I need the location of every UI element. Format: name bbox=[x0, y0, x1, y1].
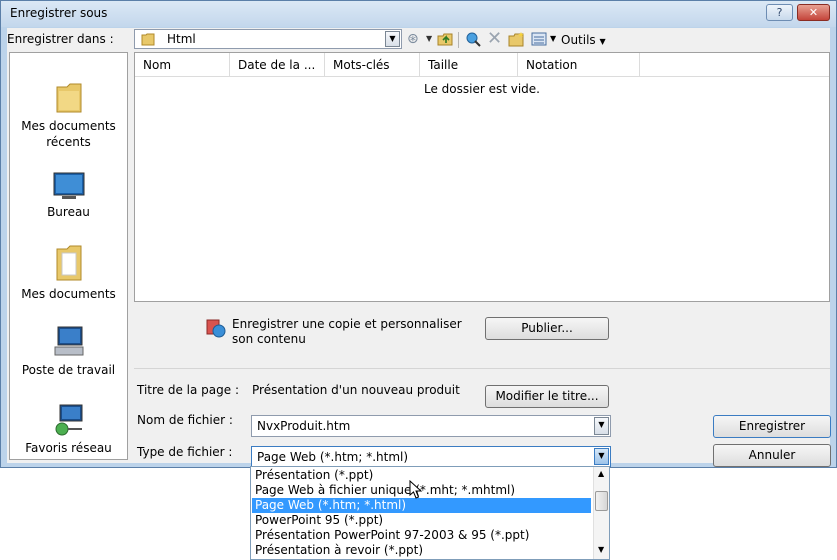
toolbar-separator bbox=[458, 32, 459, 48]
empty-folder-message: Le dossier est vide. bbox=[423, 82, 540, 96]
file-type-option[interactable]: Présentation PowerPoint 97-2003 & 95 (*.… bbox=[252, 528, 591, 543]
column-header-name[interactable]: Nom bbox=[135, 53, 230, 77]
scroll-down-icon[interactable]: ▼ bbox=[598, 545, 604, 554]
file-list-header: Nom Date de la ... Mots-clés Taille Nota… bbox=[135, 53, 829, 77]
column-header-date[interactable]: Date de la ... bbox=[230, 53, 325, 77]
save-in-label-text: Enregistrer dans : bbox=[7, 32, 114, 46]
file-name-label: Nom de fichier : bbox=[137, 413, 233, 427]
section-divider bbox=[134, 368, 830, 369]
tools-menu[interactable]: Outils ▼ bbox=[561, 33, 606, 47]
save-button[interactable]: Enregistrer bbox=[713, 415, 831, 438]
delete-icon[interactable]: ✕ bbox=[487, 30, 502, 48]
place-recent-documents[interactable]: Mes documents récents bbox=[10, 81, 127, 150]
page-title-value: Présentation d'un nouveau produit bbox=[252, 383, 460, 397]
file-name-input[interactable]: NvxProduit.htm ▼ bbox=[251, 415, 611, 437]
place-label-computer: Poste de travail bbox=[21, 363, 116, 377]
views-dropdown-icon[interactable]: ▼ bbox=[550, 30, 556, 48]
file-name-value: NvxProduit.htm bbox=[257, 419, 351, 433]
views-icon[interactable] bbox=[531, 32, 547, 46]
place-label-desktop: Bureau bbox=[47, 205, 90, 219]
place-desktop[interactable]: Bureau bbox=[10, 171, 127, 220]
place-network[interactable]: Favoris réseau bbox=[10, 403, 127, 456]
save-as-dialog: Enregistrer sous ? ✕ Enregistrer dans : … bbox=[0, 0, 837, 468]
place-label-network: Favoris réseau bbox=[25, 441, 112, 455]
file-type-option-selected[interactable]: Page Web (*.htm; *.html) bbox=[252, 498, 591, 513]
desktop-icon bbox=[53, 172, 84, 199]
change-title-button[interactable]: Modifier le titre... bbox=[485, 385, 609, 408]
column-header-rating[interactable]: Notation bbox=[518, 53, 640, 77]
file-name-dropdown-button[interactable]: ▼ bbox=[594, 417, 609, 435]
file-type-value: Page Web (*.htm; *.html) bbox=[257, 450, 409, 464]
title-bar[interactable]: Enregistrer sous ? ✕ bbox=[1, 1, 836, 27]
publish-text-line1: Enregistrer une copie et personnaliser bbox=[232, 317, 462, 331]
save-in-value: Html bbox=[167, 32, 196, 46]
window-title: Enregistrer sous bbox=[10, 6, 108, 20]
back-icon[interactable]: ⊛ bbox=[407, 30, 419, 48]
computer-icon bbox=[54, 326, 83, 356]
recent-documents-icon bbox=[56, 83, 81, 113]
scrollbar-thumb[interactable] bbox=[595, 491, 608, 511]
network-icon bbox=[55, 404, 82, 436]
column-header-size[interactable]: Taille bbox=[420, 53, 518, 77]
back-dropdown-icon[interactable]: ▼ bbox=[426, 30, 432, 48]
publish-icon bbox=[206, 319, 226, 338]
tools-dropdown-icon: ▼ bbox=[599, 37, 606, 46]
folder-icon bbox=[141, 33, 155, 46]
toolbar: ⊛ ▼ ✕ ▼ Outils ▼ bbox=[407, 30, 667, 50]
help-button[interactable]: ? bbox=[766, 4, 793, 21]
mouse-cursor-icon bbox=[409, 480, 423, 499]
save-in-dropdown-button[interactable]: ▼ bbox=[385, 31, 400, 47]
new-folder-icon[interactable] bbox=[508, 31, 526, 47]
options-scrollbar[interactable]: ▲ ▼ bbox=[593, 467, 609, 559]
up-folder-icon[interactable] bbox=[437, 32, 453, 46]
place-label-recent: Mes documents récents bbox=[21, 119, 116, 149]
place-my-documents[interactable]: Mes documents bbox=[10, 243, 127, 302]
file-list[interactable]: Nom Date de la ... Mots-clés Taille Nota… bbox=[134, 52, 830, 302]
place-label-my-documents: Mes documents bbox=[21, 287, 116, 301]
publish-text-line2: son contenu bbox=[232, 332, 306, 346]
file-type-options-list[interactable]: Présentation (*.ppt) Page Web à fichier … bbox=[250, 466, 610, 560]
save-in-combo[interactable]: Html ▼ bbox=[134, 29, 402, 49]
file-type-label: Type de fichier : bbox=[137, 445, 233, 459]
places-bar: Mes documents récents Bureau Mes documen… bbox=[9, 52, 128, 460]
column-header-keywords[interactable]: Mots-clés bbox=[325, 53, 420, 77]
my-documents-icon bbox=[56, 245, 81, 281]
scroll-up-icon[interactable]: ▲ bbox=[598, 469, 604, 478]
publish-button[interactable]: Publier... bbox=[485, 317, 609, 340]
file-type-option[interactable]: Présentation à revoir (*.ppt) bbox=[252, 543, 591, 558]
close-button[interactable]: ✕ bbox=[797, 4, 830, 21]
file-type-combo[interactable]: Page Web (*.htm; *.html) ▼ bbox=[251, 446, 611, 467]
page-title-label: Titre de la page : bbox=[137, 383, 240, 397]
cancel-button[interactable]: Annuler bbox=[713, 444, 831, 467]
tools-label: Outils bbox=[561, 33, 596, 47]
place-computer[interactable]: Poste de travail bbox=[10, 325, 127, 378]
file-type-option[interactable]: PowerPoint 95 (*.ppt) bbox=[252, 513, 591, 528]
file-type-dropdown-button[interactable]: ▼ bbox=[594, 448, 609, 465]
search-web-icon[interactable] bbox=[465, 31, 481, 47]
save-in-label: Enregistrer dans : bbox=[7, 32, 114, 46]
